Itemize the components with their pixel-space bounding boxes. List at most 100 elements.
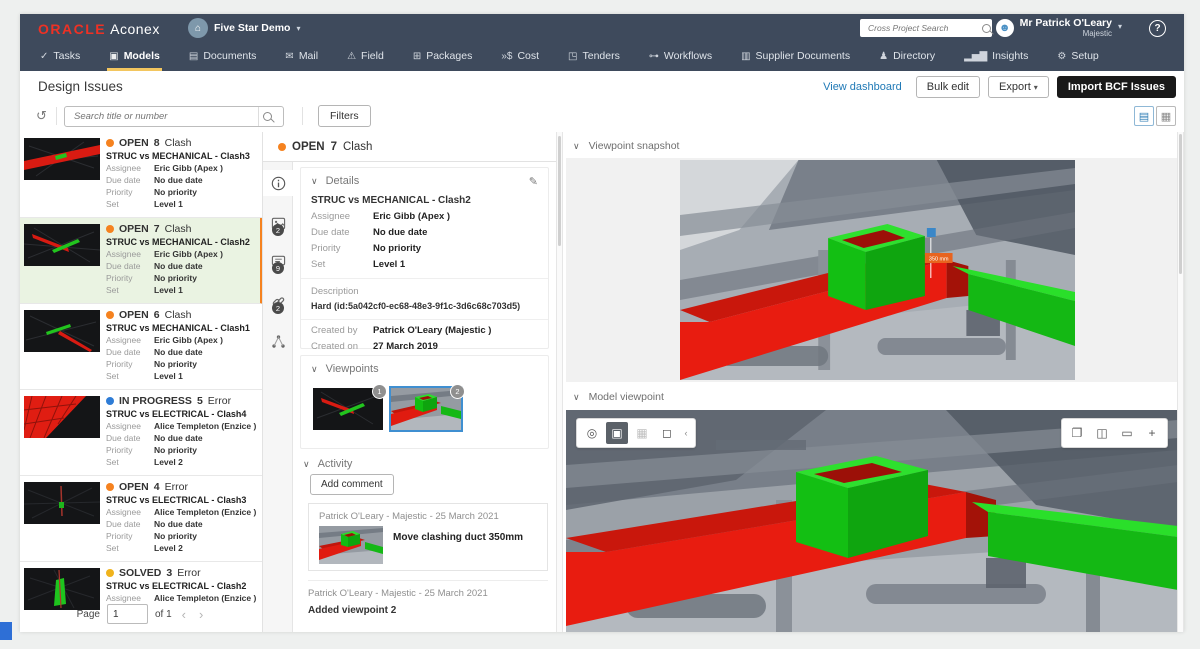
search-icon[interactable] xyxy=(258,107,283,126)
viewpoint-snapshot-header[interactable]: ∨Viewpoint snapshot xyxy=(573,140,679,152)
info-tab[interactable] xyxy=(263,170,293,196)
issue-search-input[interactable] xyxy=(72,110,258,123)
collapse-toolbar-icon[interactable]: ‹ xyxy=(681,422,691,444)
user-menu[interactable]: ☻ Mr Patrick O'Leary Majestic ▾ xyxy=(996,18,1122,38)
chevron-down-icon: ∨ xyxy=(311,176,318,187)
comment-text: Move clashing duct 350mm xyxy=(393,532,523,543)
nav-item-tasks[interactable]: ✓Tasks xyxy=(38,44,82,71)
prev-page-button[interactable]: ‹ xyxy=(179,607,189,622)
related-models-tab[interactable] xyxy=(263,328,293,354)
issue-card[interactable]: OPEN6Clash STRUC vs MECHANICAL - Clash1 … xyxy=(20,304,263,390)
scrollbar-thumb[interactable] xyxy=(558,136,561,246)
bulk-edit-button[interactable]: Bulk edit xyxy=(916,76,980,98)
description-value: Hard (id:5a042cf0-ec68-48e3-9f1c-3d6c68c… xyxy=(311,301,548,311)
nav-item-mail[interactable]: ✉Mail xyxy=(283,44,320,71)
list-view-toggle[interactable]: ▤ xyxy=(1134,106,1154,126)
nav-item-workflows[interactable]: ⊶Workflows xyxy=(647,44,714,71)
detail-scrollbar[interactable] xyxy=(556,132,563,632)
cost-icon: »$ xyxy=(501,51,512,62)
detail-number: 7 xyxy=(331,141,337,153)
page-input[interactable] xyxy=(107,604,148,624)
issue-card[interactable]: OPEN8Clash STRUC vs MECHANICAL - Clash3 … xyxy=(20,132,263,218)
cube-icon[interactable]: ◫ xyxy=(1091,422,1113,444)
viewpoints-section: ∨Viewpoints 1 2 xyxy=(300,355,549,449)
nav-item-packages[interactable]: ⊞Packages xyxy=(411,44,475,71)
viewpoint-snapshot-image[interactable]: 350 mm xyxy=(680,160,1075,380)
edit-icon[interactable]: ✎ xyxy=(529,175,538,188)
nav-item-supplier-documents[interactable]: ▥Supplier Documents xyxy=(739,44,852,71)
nav-item-directory[interactable]: ♟Directory xyxy=(877,44,937,71)
nav-item-field[interactable]: ⚠Field xyxy=(345,44,386,71)
issue-thumbnail xyxy=(24,310,100,352)
viewpoint-badge: 1 xyxy=(372,384,387,399)
nav-item-tenders[interactable]: ◳Tenders xyxy=(566,44,622,71)
chevron-down-icon: ∨ xyxy=(573,392,580,403)
viewer-left-toolbar: ◎ ▣ ▦ ◻ ‹ xyxy=(576,418,696,448)
measure-icon[interactable]: ▭ xyxy=(1116,422,1138,444)
nav-item-models[interactable]: ▣Models xyxy=(107,44,162,71)
viewpoint-thumbnail-1[interactable]: 1 xyxy=(313,388,383,430)
cross-project-search-input[interactable] xyxy=(866,20,982,36)
refresh-icon[interactable]: ↺ xyxy=(36,108,47,124)
models-icon: ▣ xyxy=(109,51,118,62)
model-viewpoint-viewer[interactable]: ◎ ▣ ▦ ◻ ‹ ❐ ◫ ▭ + xyxy=(566,410,1178,632)
aconex-wordmark: Aconex xyxy=(110,21,160,37)
focus-icon[interactable]: ◎ xyxy=(581,422,603,444)
issue-card[interactable]: IN PROGRESS5Error STRUC vs ELECTRICAL - … xyxy=(20,390,263,476)
next-page-button[interactable]: › xyxy=(196,607,206,622)
help-button[interactable]: ? xyxy=(1149,20,1166,37)
issue-status: SOLVED xyxy=(119,567,161,579)
zoom-in-icon[interactable]: + xyxy=(1141,422,1163,444)
viewpoints-section-header[interactable]: ∨Viewpoints xyxy=(301,356,548,375)
nav-item-cost[interactable]: »$Cost xyxy=(499,44,541,71)
viewpoint-snapshot-panel: 350 mm xyxy=(566,158,1178,382)
comment-thumbnail[interactable] xyxy=(319,526,383,564)
filters-button[interactable]: Filters xyxy=(318,105,371,127)
issue-number: 3 xyxy=(166,567,172,579)
activity-entry: Patrick O'Leary - Majestic - 25 March 20… xyxy=(308,580,548,616)
model-view-active-icon[interactable]: ▣ xyxy=(606,422,628,444)
issue-card[interactable]: OPEN4Error STRUC vs ELECTRICAL - Clash3 … xyxy=(20,476,263,562)
issue-title: STRUC vs MECHANICAL - Clash3 xyxy=(106,151,259,161)
import-bcf-issues-button[interactable]: Import BCF Issues xyxy=(1057,76,1176,98)
scrollbar-thumb[interactable] xyxy=(1179,134,1182,274)
nav-item-setup[interactable]: ⚙Setup xyxy=(1055,44,1100,71)
packages-icon: ⊞ xyxy=(413,51,421,62)
detail-type: Clash xyxy=(343,141,372,153)
nav-item-insights[interactable]: ▂▅▇Insights xyxy=(962,44,1030,71)
user-organization: Majestic xyxy=(1083,29,1112,38)
user-avatar-icon: ☻ xyxy=(996,19,1014,37)
issue-card-selected[interactable]: OPEN7Clash STRUC vs MECHANICAL - Clash2 … xyxy=(20,218,263,304)
status-dot xyxy=(106,225,114,233)
oracle-aconex-logo[interactable]: ORACLEAconex xyxy=(38,21,160,37)
viewpoint-thumbnail-2[interactable]: 2 xyxy=(391,388,461,430)
project-switcher[interactable]: ⌂ Five Star Demo ▾ xyxy=(188,18,300,38)
setup-icon: ⚙ xyxy=(1057,51,1066,62)
search-icon[interactable] xyxy=(982,24,991,33)
help-icon: ? xyxy=(1154,23,1160,34)
details-section-header[interactable]: ∨Details xyxy=(301,168,548,187)
nav-item-documents[interactable]: ▤Documents xyxy=(187,44,259,71)
cross-project-search xyxy=(860,19,992,37)
issue-title: STRUC vs ELECTRICAL - Clash2 xyxy=(106,581,259,591)
model-view-icon[interactable]: ▦ xyxy=(631,422,653,444)
chevron-down-icon: ▾ xyxy=(296,24,300,33)
status-dot xyxy=(278,143,286,151)
view-dashboard-link[interactable]: View dashboard xyxy=(823,81,902,93)
module-nav: ✓Tasks ▣Models ▤Documents ✉Mail ⚠Field ⊞… xyxy=(20,44,1184,71)
export-button[interactable]: Export▾ xyxy=(988,76,1049,98)
detail-icon-rail: 2 9 2 xyxy=(263,162,293,632)
grid-view-toggle[interactable]: ▦ xyxy=(1156,106,1176,126)
right-scrollbar[interactable] xyxy=(1177,132,1184,632)
frame-accent xyxy=(0,622,12,640)
add-comment-button[interactable]: Add comment xyxy=(310,474,394,495)
activity-section-header[interactable]: ∨Activity xyxy=(303,458,352,470)
chevron-down-icon: ∨ xyxy=(573,141,580,152)
activity-comment-card: Patrick O'Leary - Majestic - 25 March 20… xyxy=(308,503,548,571)
created-on-label: Created on xyxy=(311,341,373,352)
copy-icon[interactable]: ❐ xyxy=(1066,422,1088,444)
tenders-icon: ◳ xyxy=(568,51,577,62)
model-view-outline-icon[interactable]: ◻ xyxy=(656,422,678,444)
model-viewpoint-header[interactable]: ∨Model viewpoint xyxy=(573,391,664,403)
chevron-down-icon: ▾ xyxy=(1034,83,1038,92)
